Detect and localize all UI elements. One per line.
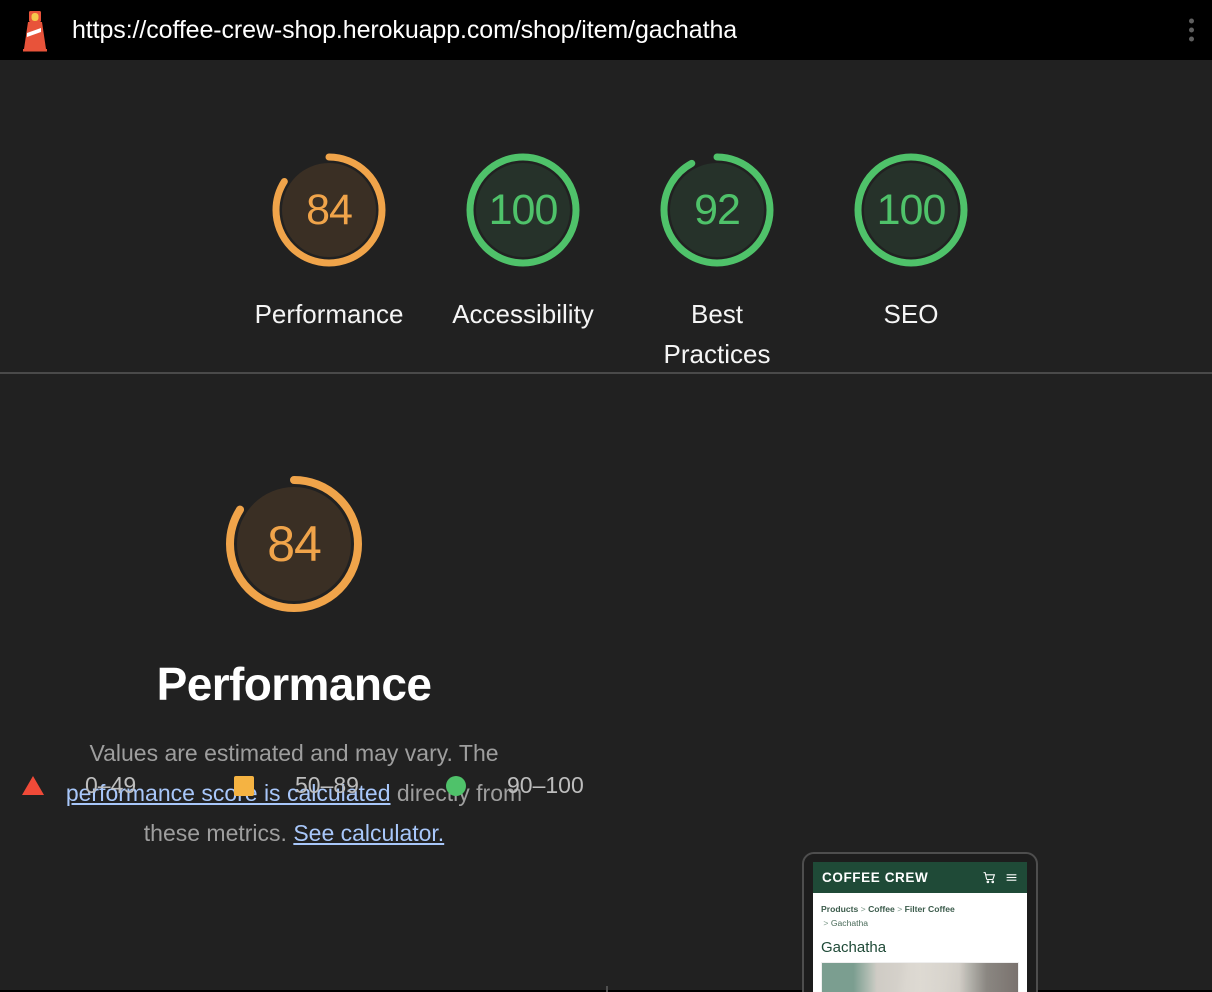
- breadcrumb-separator: >: [860, 904, 866, 914]
- gauge-ring-performance-large: 84: [220, 470, 368, 618]
- gauge-ring-best-practices: 92: [655, 148, 779, 272]
- gauge-ring-seo: 100: [849, 148, 973, 272]
- legend-range: 50–89: [295, 772, 359, 798]
- gauge-value: 92: [694, 185, 741, 234]
- vertical-divider: [606, 986, 608, 992]
- triangle-icon: [22, 776, 44, 795]
- page-title: Performance: [156, 658, 432, 710]
- kebab-menu-icon[interactable]: [1183, 15, 1200, 46]
- score-label: SEO: [883, 299, 939, 329]
- breadcrumb-item-products: Products: [821, 904, 859, 914]
- gauge-ring-performance: 84: [267, 148, 391, 272]
- gauge-value: 100: [488, 185, 559, 234]
- legend-item-fail: 0–49: [22, 772, 234, 799]
- score-summary-bar: 84 Performance 100 Accessibility 92 Best…: [0, 60, 1212, 374]
- performance-detail-section: 84 Performance Values are estimated and …: [0, 374, 1212, 992]
- shop-site-header: COFFEE CREW: [813, 862, 1027, 893]
- url-text[interactable]: https://coffee-crew-shop.herokuapp.com/s…: [72, 16, 737, 45]
- score-label: Accessibility: [452, 299, 594, 329]
- score-gauge-accessibility[interactable]: 100 Accessibility: [426, 148, 620, 334]
- shopping-cart-icon: [983, 871, 996, 884]
- score-label: Best Practices: [663, 299, 771, 369]
- lighthouse-icon: [23, 11, 47, 52]
- shop-brand-label: COFFEE CREW: [822, 870, 929, 885]
- final-screenshot-thumbnail[interactable]: COFFEE CREW Products > Coffee > Filter C…: [802, 852, 1038, 992]
- breadcrumb-item-filter-coffee: Filter Coffee: [904, 904, 955, 914]
- screenshot-viewport: COFFEE CREW Products > Coffee > Filter C…: [813, 862, 1027, 992]
- square-icon: [234, 775, 254, 796]
- score-gauge-performance[interactable]: 84 Performance: [232, 148, 426, 334]
- browser-url-bar: https://coffee-crew-shop.herokuapp.com/s…: [0, 0, 1212, 60]
- see-calculator-link[interactable]: See calculator.: [293, 820, 444, 846]
- gauge-value: 100: [876, 185, 947, 234]
- breadcrumb-separator: >: [897, 904, 903, 914]
- circle-icon: [446, 775, 466, 796]
- legend-range: 90–100: [507, 772, 584, 798]
- gauge-value: 84: [306, 185, 353, 234]
- hamburger-menu-icon: [1005, 871, 1018, 884]
- legend-range: 0–49: [85, 772, 137, 798]
- score-gauge-best-practices[interactable]: 92 Best Practices: [620, 148, 814, 374]
- gauge-ring-accessibility: 100: [461, 148, 585, 272]
- score-label: Performance: [254, 299, 404, 329]
- legend-item-pass: 90–100: [446, 772, 658, 799]
- breadcrumb-item-gachatha: Gachatha: [830, 918, 869, 928]
- product-title: Gachatha: [821, 939, 887, 956]
- breadcrumb: Products > Coffee > Filter Coffee > Gach…: [813, 893, 1027, 930]
- breadcrumb-item-coffee: Coffee: [868, 904, 895, 914]
- desc-text-part1: Values are estimated and may vary. The: [89, 740, 499, 766]
- gauge-value: 84: [267, 516, 322, 572]
- score-gauge-seo[interactable]: 100 SEO: [814, 148, 1008, 334]
- breadcrumb-separator: >: [823, 918, 829, 928]
- score-scale-legend: 0–49 50–89 90–100: [22, 772, 658, 799]
- coffee-beans-in-hands-photo: [821, 962, 1019, 992]
- legend-item-average: 50–89: [234, 772, 446, 799]
